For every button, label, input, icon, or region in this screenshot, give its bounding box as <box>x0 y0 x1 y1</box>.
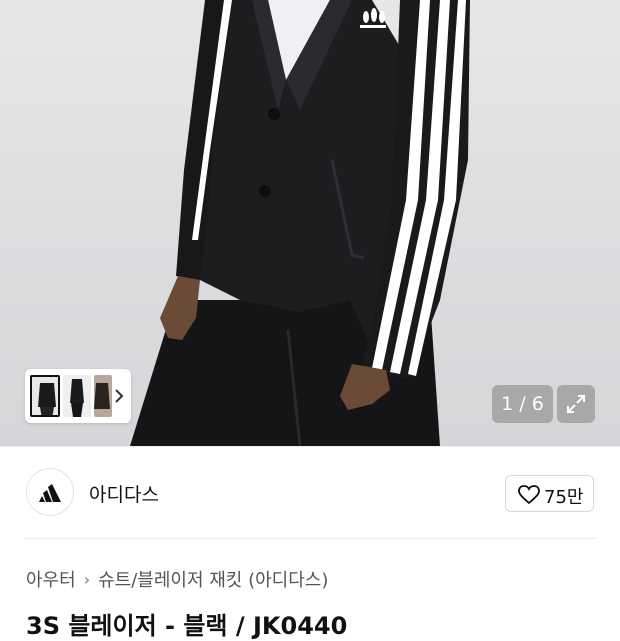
adidas-logo <box>39 484 61 502</box>
product-image[interactable]: 1 / 6 <box>0 0 620 446</box>
like-count: 75만 <box>544 487 584 508</box>
breadcrumb-item-blazer[interactable]: 슈트/블레이저 재킷 (아디다스) <box>98 566 328 592</box>
chevron-right-icon: › <box>83 569 91 589</box>
expand-icon <box>567 395 585 413</box>
breadcrumb-item-outer[interactable]: 아우터 <box>26 566 76 592</box>
breadcrumb: 아우터 › 슈트/블레이저 재킷 (아디다스) <box>26 566 328 592</box>
image-counter: 1 / 6 <box>492 385 553 423</box>
divider <box>24 538 596 539</box>
brand-name[interactable]: 아디다스 <box>89 480 159 507</box>
brand-logo[interactable] <box>26 468 74 516</box>
chevron-right-icon[interactable] <box>113 383 125 409</box>
expand-button[interactable] <box>557 385 595 423</box>
thumbnail-1[interactable] <box>30 375 60 417</box>
heart-icon <box>518 485 540 505</box>
product-title: 3S 블레이저 - 블랙 / JK0440 <box>26 612 348 640</box>
like-button[interactable]: 75만 <box>505 475 594 512</box>
thumbnail-strip[interactable] <box>25 369 131 423</box>
thumbnail-2[interactable] <box>63 375 91 417</box>
thumbnail-3[interactable] <box>94 375 112 417</box>
brand-row[interactable]: 아디다스 75만 <box>0 446 620 541</box>
